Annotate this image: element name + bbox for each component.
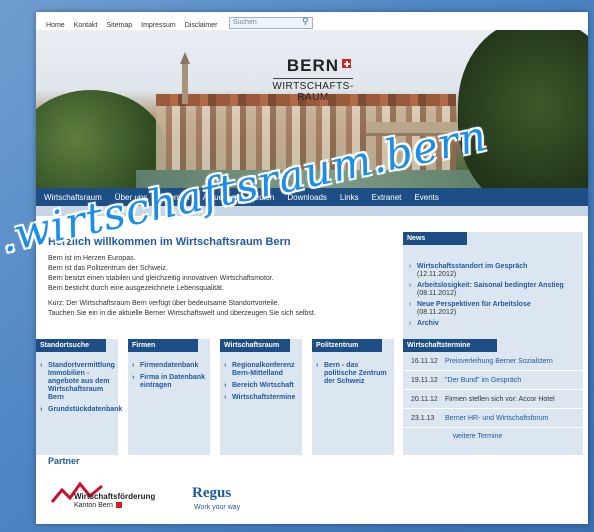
nav-events[interactable]: Events xyxy=(414,193,438,202)
box-wirtschaftsraum: Wirtschaftsraum Regionalkonferenz Bern-M… xyxy=(220,339,302,455)
termine-link[interactable]: Preisverleihung Berner Sozialstern xyxy=(445,358,553,365)
box-link[interactable]: Firma in Datenbank eintragen xyxy=(132,374,206,390)
partner-wf-name: Wirtschaftsförderung xyxy=(74,492,156,501)
logo-title: BERN xyxy=(287,56,352,76)
welcome-line: Bern ist im Herzen Europas. xyxy=(48,255,136,262)
nav-links[interactable]: Links xyxy=(340,193,359,202)
topnav-impressum[interactable]: Impressum xyxy=(141,22,176,29)
news-item[interactable]: Arbeitslosigkeit: Saisonal bedingter Ans… xyxy=(409,282,577,298)
main-navigation: Wirtschaftsraum Über uns Themen Aktuelle… xyxy=(36,188,588,206)
box-header: Standortsuche xyxy=(36,339,106,352)
nav-medien[interactable]: Medien xyxy=(248,193,274,202)
box-link[interactable]: Standortvermittlung Immobilien - angebot… xyxy=(40,362,115,402)
box-header: Firmen xyxy=(128,339,198,352)
partner-wf-sub: Kanton Bern xyxy=(74,502,122,509)
termine-date: 20.11.12 xyxy=(411,395,438,403)
nav-subbar xyxy=(36,206,588,216)
news-archive-link[interactable]: Archiv xyxy=(409,320,577,328)
topnav-home[interactable]: Home xyxy=(46,22,65,29)
welcome-line: Tauchen Sie ein in die aktuelle Berner W… xyxy=(48,310,316,317)
termine-text: Firmen stellen sich vor: Accor Hotel xyxy=(445,395,555,403)
termine-row: 23.1.13 Berner HR- und Wirtschaftsforum xyxy=(403,409,583,428)
header-banner: BERN WIRTSCHAFTS- RAUM xyxy=(36,30,588,188)
partner-title: Partner xyxy=(48,456,80,466)
box-header: Wirtschaftsraum xyxy=(220,339,290,352)
news-item[interactable]: Wirtschaftsstandort im Gespräch(12.11.20… xyxy=(409,263,577,279)
termine-date: 23.1.13 xyxy=(411,414,435,422)
box-firmen: Firmen Firmendatenbank Firma in Datenban… xyxy=(128,339,210,455)
box-list: Standortvermittlung Immobilien - angebot… xyxy=(36,352,122,414)
box-header: Politzentrum xyxy=(312,339,382,352)
box-link[interactable]: Bern - das politische Zentrum der Schwei… xyxy=(316,362,390,386)
termine-row: 19.11.12 "Der Bund" im Gespräch xyxy=(403,371,583,390)
search-icon[interactable]: ⚲ xyxy=(302,16,309,27)
news-header: News xyxy=(403,232,467,245)
box-link[interactable]: Grundstückdatenbank xyxy=(40,406,122,414)
welcome-text: Bern ist im Herzen Europas. Bern ist das… xyxy=(48,254,388,324)
box-list: Firmendatenbank Firma in Datenbank eintr… xyxy=(128,352,210,390)
search-input[interactable]: Suchen xyxy=(229,17,313,29)
news-item[interactable]: Neue Perspektiven für Arbeitslose(08.11.… xyxy=(409,301,577,317)
welcome-title: Herzlich willkommen im Wirtschaftsraum B… xyxy=(48,236,291,248)
swiss-flag-icon xyxy=(342,59,352,68)
tree-right xyxy=(458,30,588,188)
nav-extranet[interactable]: Extranet xyxy=(372,193,402,202)
box-link[interactable]: Bereich Wirtschaft xyxy=(224,382,298,390)
nav-ueber-uns[interactable]: Über uns xyxy=(115,193,147,202)
box-list: Regionalkonferenz Bern-Mittelland Bereic… xyxy=(220,352,302,402)
nav-themen[interactable]: Themen xyxy=(160,193,189,202)
welcome-line: Bern besitzt einen stabilen und gleichze… xyxy=(48,275,274,282)
termine-link[interactable]: Berner HR- und Wirtschaftsforum xyxy=(445,415,548,422)
termine-header: Wirtschaftstermine xyxy=(403,339,497,352)
partner-regus-tagline: Work your way xyxy=(194,504,241,511)
nav-wirtschaftsraum[interactable]: Wirtschaftsraum xyxy=(44,193,102,202)
more-events-link[interactable]: weitere Termine xyxy=(403,428,583,445)
news-list: Wirtschaftsstandort im Gespräch(12.11.20… xyxy=(403,245,583,328)
cathedral-tower xyxy=(180,52,190,104)
box-link[interactable]: Wirtschaftstermine xyxy=(224,394,298,402)
topnav-kontakt[interactable]: Kontakt xyxy=(74,22,98,29)
welcome-line: Bern besticht durch eine ausgezeichnete … xyxy=(48,285,224,292)
logo-line1: WIRTSCHAFTS- xyxy=(272,81,354,92)
nav-aktuelles[interactable]: Aktuelles xyxy=(203,193,235,202)
termine-panel: Wirtschaftstermine 16.11.12 Preisverleih… xyxy=(403,339,583,455)
topnav-disclaimer[interactable]: Disclaimer xyxy=(185,22,218,29)
page: Home Kontakt Sitemap Impressum Disclaime… xyxy=(36,12,588,524)
site-logo[interactable]: BERN WIRTSCHAFTS- RAUM xyxy=(258,56,368,103)
news-panel: News Wirtschaftsstandort im Gespräch(12.… xyxy=(403,232,583,346)
welcome-line: Kurz: Der Wirtschaftsraum Bern verfügt ü… xyxy=(48,300,280,307)
box-link[interactable]: Firmendatenbank xyxy=(132,362,206,370)
box-link[interactable]: Regionalkonferenz Bern-Mittelland xyxy=(224,362,298,378)
termine-link[interactable]: "Der Bund" im Gespräch xyxy=(445,377,521,384)
bern-flag-icon xyxy=(115,502,122,509)
box-standortsuche: Standortsuche Standortvermittlung Immobi… xyxy=(36,339,122,455)
logo-divider xyxy=(273,78,353,79)
termine-date: 19.11.12 xyxy=(411,376,438,384)
termine-row: 16.11.12 Preisverleihung Berner Sozialst… xyxy=(403,352,583,371)
box-list: Bern - das politische Zentrum der Schwei… xyxy=(312,352,394,386)
nav-downloads[interactable]: Downloads xyxy=(287,193,327,202)
partner-regus-logo[interactable]: Regus xyxy=(192,485,231,502)
topnav-sitemap[interactable]: Sitemap xyxy=(106,22,132,29)
welcome-line: Bern ist das Politzentrum der Schweiz. xyxy=(48,265,168,272)
box-politzentrum: Politzentrum Bern - das politische Zentr… xyxy=(312,339,394,455)
termine-row: 20.11.12 Firmen stellen sich vor: Accor … xyxy=(403,390,583,409)
river xyxy=(136,170,516,188)
logo-line2: RAUM xyxy=(297,92,329,103)
termine-date: 16.11.12 xyxy=(411,357,438,365)
